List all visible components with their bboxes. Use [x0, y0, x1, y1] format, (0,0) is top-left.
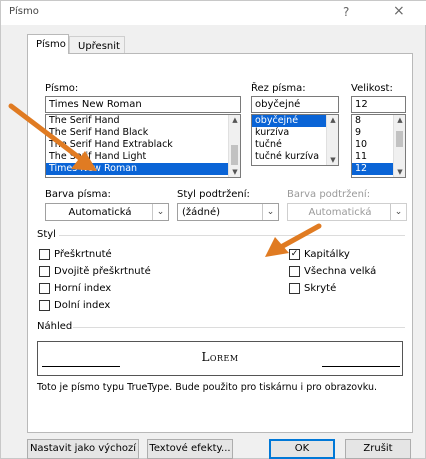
size-label: Velikost:	[351, 83, 393, 94]
scroll-down-icon[interactable]: ▼	[229, 168, 240, 176]
scroll-down-icon[interactable]: ▼	[394, 168, 405, 176]
tab-advanced[interactable]: Upřesnit	[69, 36, 125, 54]
hidden-label: Skryté	[304, 283, 337, 294]
size-list[interactable]: 8 9 10 11 12 ▲ ▼	[351, 114, 406, 178]
font-color-value: Automatická	[68, 207, 132, 218]
subscript-label: Dolní index	[54, 300, 111, 311]
size-input[interactable]: 12	[351, 96, 406, 113]
preview-note: Toto je písmo typu TrueType. Bude použit…	[37, 382, 377, 393]
ok-button[interactable]: OK	[269, 439, 335, 459]
font-list-item[interactable]: The Serif Hand Extrablack	[46, 139, 240, 151]
font-list[interactable]: The Serif Hand The Serif Hand Black The …	[45, 114, 241, 178]
superscript-checkbox[interactable]	[39, 283, 50, 294]
tab-font[interactable]: Písmo	[27, 34, 69, 54]
close-icon[interactable]: ×	[393, 3, 405, 19]
font-list-item[interactable]: The Serif Hand Black	[46, 127, 240, 139]
scroll-up-icon[interactable]: ▲	[327, 116, 338, 124]
strikethrough-checkbox[interactable]	[39, 249, 50, 260]
small-caps-label: Kapitálky	[304, 249, 350, 260]
font-color-label: Barva písma:	[45, 189, 111, 200]
subscript-checkbox[interactable]	[39, 300, 50, 311]
preview-label: Náhled	[37, 321, 73, 332]
chevron-down-icon[interactable]: ⌄	[152, 204, 168, 220]
font-list-scrollbar[interactable]: ▲ ▼	[228, 115, 240, 177]
title-bar	[1, 1, 426, 25]
font-input[interactable]: Times New Roman	[45, 96, 241, 113]
set-default-button[interactable]: Nastavit jako výchozí	[27, 439, 139, 459]
double-strikethrough-checkbox[interactable]	[39, 266, 50, 277]
scroll-thumb[interactable]	[396, 131, 403, 147]
scroll-down-icon[interactable]: ▼	[327, 156, 338, 164]
style-list[interactable]: obyčejné kurzíva tučné tučné kurzíva ▲ ▼	[251, 114, 339, 166]
preview-text-value: Lorem	[201, 350, 239, 364]
style-label: Řez písma:	[251, 83, 306, 94]
scroll-thumb[interactable]	[231, 145, 238, 165]
preview-text: Lorem	[38, 350, 402, 364]
font-dialog: Písmo ? × Upřesnit Písmo Písmo: Times Ne…	[0, 0, 426, 459]
underline-color-label: Barva podtržení:	[287, 189, 371, 200]
help-icon[interactable]: ?	[343, 5, 349, 19]
underline-style-select[interactable]: (žádné) ⌄	[177, 203, 279, 221]
font-list-item[interactable]: The Serif Hand	[46, 115, 240, 127]
all-caps-label: Všechna velká	[304, 266, 377, 277]
font-list-item[interactable]: The Serif Hand Light	[46, 151, 240, 163]
underline-style-label: Styl podtržení:	[177, 189, 250, 200]
superscript-label: Horní index	[54, 283, 112, 294]
font-label: Písmo:	[45, 83, 79, 94]
effects-divider	[59, 235, 405, 236]
hidden-checkbox[interactable]	[289, 283, 300, 294]
scroll-up-icon[interactable]: ▲	[394, 116, 405, 124]
chevron-down-icon: ⌄	[390, 204, 406, 220]
chevron-down-icon[interactable]: ⌄	[262, 204, 278, 220]
small-caps-checkbox[interactable]: ✓	[289, 249, 300, 260]
tab-font-label: Písmo	[36, 39, 66, 50]
preview-box: Lorem	[37, 341, 403, 376]
underline-color-select: Automatická ⌄	[287, 203, 407, 221]
size-list-scrollbar[interactable]: ▲ ▼	[393, 115, 405, 177]
effects-label: Styl	[37, 229, 56, 240]
strikethrough-label: Přeškrtnuté	[54, 249, 112, 260]
style-input[interactable]: obyčejné	[251, 96, 339, 113]
underline-style-value: (žádné)	[182, 207, 221, 218]
font-color-select[interactable]: Automatická ⌄	[45, 203, 169, 221]
underline-color-value: Automatická	[308, 207, 372, 218]
double-strikethrough-label: Dvojitě přeškrtnuté	[54, 266, 151, 277]
tab-advanced-label: Upřesnit	[78, 41, 120, 52]
style-list-scrollbar[interactable]: ▲ ▼	[326, 115, 338, 165]
all-caps-checkbox[interactable]	[289, 266, 300, 277]
text-effects-button[interactable]: Textové efekty...	[147, 439, 233, 459]
cancel-button[interactable]: Zrušit	[345, 439, 411, 459]
font-list-item-selected[interactable]: Times New Roman	[46, 163, 240, 175]
preview-line-left	[42, 366, 120, 367]
preview-divider	[73, 327, 405, 328]
scroll-up-icon[interactable]: ▲	[229, 116, 240, 124]
preview-line-right	[322, 366, 400, 367]
dialog-title: Písmo	[9, 6, 39, 17]
